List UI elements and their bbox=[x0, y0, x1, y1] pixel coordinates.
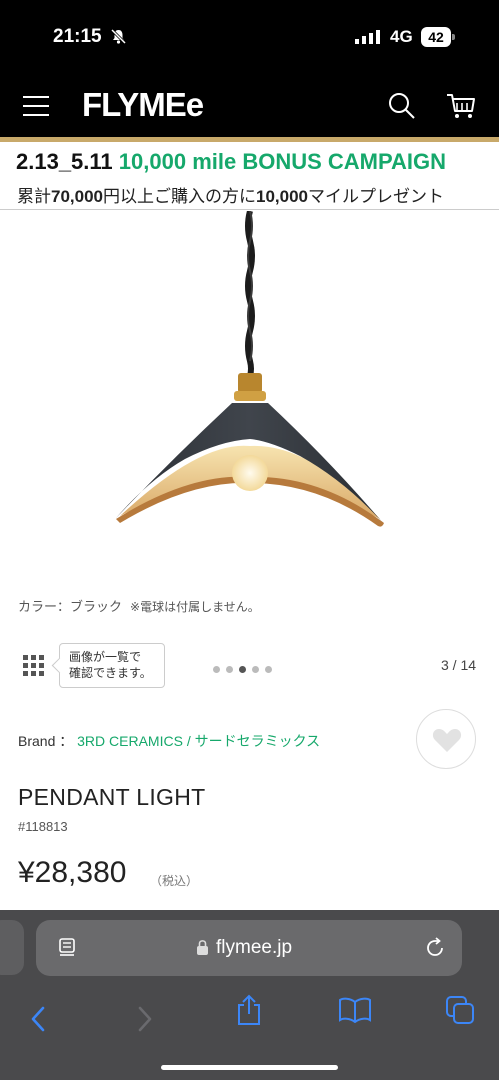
grid-tooltip: 画像が一覧で 確認できます。 bbox=[59, 643, 165, 688]
campaign-subtitle-part: マイルプレゼント bbox=[308, 187, 444, 206]
share-icon[interactable] bbox=[234, 994, 264, 1031]
carousel-dot-active[interactable] bbox=[239, 666, 246, 673]
brand-link[interactable]: 3RD CERAMICS / サードセラミックス bbox=[77, 733, 320, 749]
brand-label: Brand ： bbox=[18, 733, 74, 749]
campaign-title-line: 2.13_5.11 10,000 mile BONUS CAMPAIGN bbox=[16, 149, 446, 175]
grid-view-icon[interactable] bbox=[23, 655, 45, 677]
back-icon[interactable] bbox=[28, 1005, 48, 1038]
cart-icon[interactable] bbox=[446, 92, 476, 125]
carousel-dots[interactable] bbox=[213, 660, 278, 673]
campaign-subtitle-part: 累計 bbox=[17, 187, 51, 206]
status-bar: 21:15 4G 42 bbox=[0, 0, 499, 72]
bell-muted-icon bbox=[110, 28, 127, 50]
tabs-icon[interactable] bbox=[445, 995, 475, 1030]
product-price: ¥28,380 bbox=[18, 856, 127, 889]
battery-level: 42 bbox=[421, 27, 451, 47]
previous-tab-peek[interactable] bbox=[0, 920, 24, 975]
campaign-banner[interactable]: 2.13_5.11 10,000 mile BONUS CAMPAIGN 累計7… bbox=[0, 142, 499, 210]
campaign-subtitle-amount: 70,000 bbox=[51, 187, 103, 206]
carousel-dot[interactable] bbox=[252, 666, 259, 673]
carousel-dot[interactable] bbox=[226, 666, 233, 673]
carousel-dot[interactable] bbox=[265, 666, 272, 673]
product-title: PENDANT LIGHT bbox=[18, 784, 206, 810]
lock-icon bbox=[196, 939, 209, 961]
image-pager: 3 / 14 bbox=[441, 657, 477, 673]
bulb-note: ※電球は付属しません。 bbox=[130, 600, 260, 614]
campaign-subtitle-part: 円以上ご購入の方に bbox=[103, 187, 256, 206]
battery-icon: 42 bbox=[421, 27, 455, 47]
page-menu-icon[interactable] bbox=[58, 938, 78, 963]
home-indicator bbox=[161, 1065, 338, 1070]
battery-cap bbox=[452, 34, 455, 40]
campaign-dates: 2.13_5.11 bbox=[16, 149, 113, 174]
network-type: 4G bbox=[390, 27, 413, 46]
brand-row: Brand ： 3RD CERAMICS / サードセラミックス bbox=[18, 731, 320, 751]
color-note: カラー：ブラック bbox=[18, 599, 123, 614]
forward-icon[interactable] bbox=[135, 1005, 155, 1038]
search-icon[interactable] bbox=[388, 92, 416, 125]
favorite-button[interactable] bbox=[416, 709, 476, 769]
campaign-subtitle: 累計70,000円以上ご購入の方に10,000マイルプレゼント bbox=[17, 182, 444, 207]
bookmarks-icon[interactable] bbox=[338, 997, 372, 1028]
site-header: FLYMEe bbox=[0, 72, 499, 137]
cellular-signal-icon bbox=[355, 30, 382, 49]
url-text: flymee.jp bbox=[216, 937, 293, 958]
product-note: カラー：ブラック ※電球は付属しません。 bbox=[18, 596, 260, 615]
heart-icon bbox=[432, 729, 462, 752]
reload-icon[interactable] bbox=[424, 937, 446, 964]
product-image[interactable] bbox=[0, 210, 499, 581]
campaign-title: 10,000 mile BONUS CAMPAIGN bbox=[118, 149, 447, 174]
menu-icon[interactable] bbox=[23, 96, 49, 116]
tooltip-line-2: 確認できます。 bbox=[69, 666, 152, 680]
campaign-subtitle-miles: 10,000 bbox=[256, 187, 308, 206]
status-time: 21:15 bbox=[53, 26, 102, 47]
tooltip-line-1: 画像が一覧で bbox=[69, 650, 142, 664]
address-bar[interactable]: flymee.jp bbox=[36, 920, 462, 976]
tax-note: （税込） bbox=[150, 874, 199, 888]
site-logo[interactable]: FLYMEe bbox=[82, 86, 204, 124]
carousel-dot[interactable] bbox=[213, 666, 220, 673]
product-sku: #118813 bbox=[18, 819, 68, 834]
